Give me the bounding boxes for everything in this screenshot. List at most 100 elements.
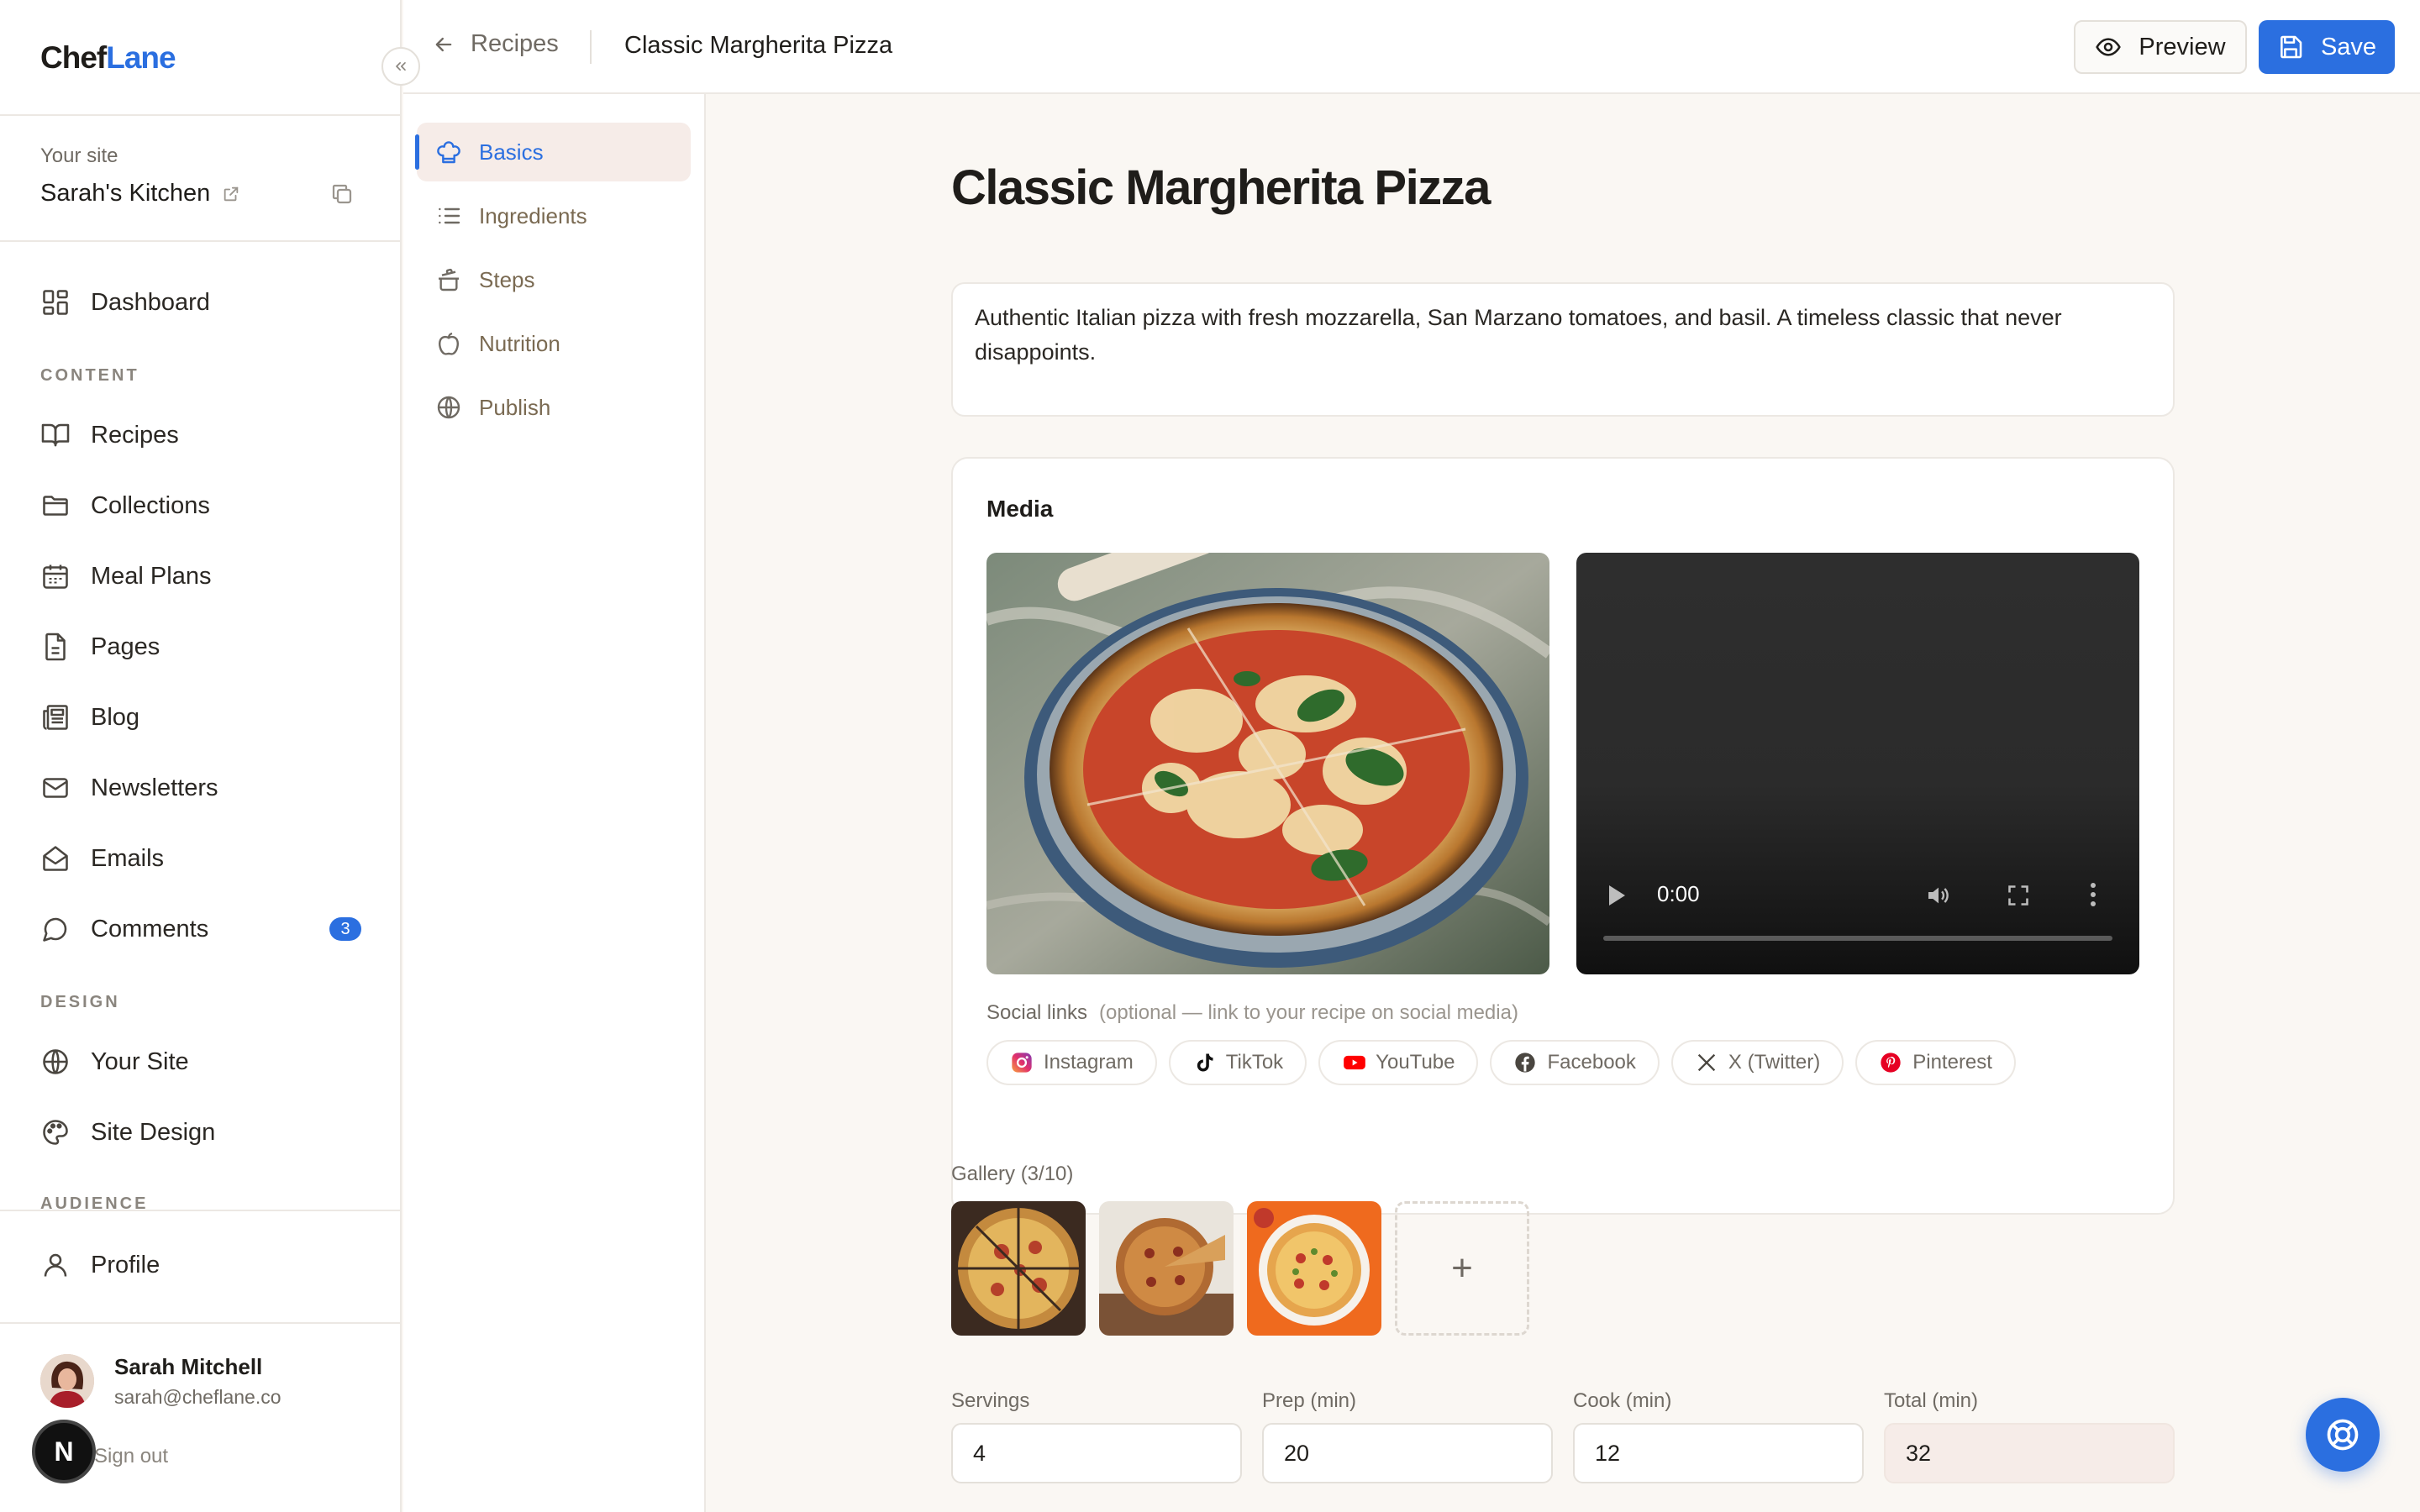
save-button[interactable]: Save: [2259, 20, 2395, 74]
instagram-icon: [1010, 1051, 1034, 1074]
dev-tools-badge[interactable]: N: [32, 1420, 96, 1483]
audience-heading-clip: AUDIENCE: [0, 1186, 400, 1210]
globe-icon: [435, 394, 462, 421]
breadcrumb-separator: [590, 30, 592, 64]
video-controls: 0:00: [1576, 874, 2139, 974]
media-card: Media 0:00 Social links (optional — link…: [951, 457, 2175, 1215]
recipe-description-textarea[interactable]: Authentic Italian pizza with fresh mozza…: [951, 282, 2175, 417]
x-icon: [1695, 1051, 1718, 1074]
section-heading-design: DESIGN: [40, 993, 120, 1011]
copy-icon[interactable]: [329, 181, 355, 207]
sidebar-item-recipes[interactable]: Recipes: [40, 412, 179, 459]
mail-icon: [40, 773, 71, 803]
tiktok-icon: [1192, 1051, 1216, 1074]
social-chip-instagram[interactable]: Instagram: [986, 1040, 1157, 1085]
social-links-label: Social links (optional — link to your rec…: [986, 1001, 1518, 1024]
life-buoy-icon: [2324, 1416, 2361, 1453]
social-chip-tiktok[interactable]: TikTok: [1168, 1040, 1307, 1085]
youtube-icon: [1342, 1051, 1366, 1074]
section-tab-publish[interactable]: Publish: [417, 378, 691, 437]
cooking-pot-icon: [435, 266, 462, 293]
sidebar-item-blog[interactable]: Blog: [40, 694, 139, 741]
sidebar-item-pages[interactable]: Pages: [40, 623, 160, 670]
topbar: Recipes Classic Margherita Pizza Preview…: [403, 0, 2420, 94]
sidebar-item-label: Site Design: [91, 1118, 216, 1146]
back-to-recipes-link[interactable]: Recipes: [432, 30, 559, 58]
mail-open-icon: [40, 843, 71, 874]
sidebar-item-label: Blog: [91, 703, 140, 731]
folder-icon: [40, 491, 71, 521]
more-vertical-icon[interactable]: [2089, 882, 2097, 907]
sidebar-item-label: Your Site: [91, 1047, 189, 1075]
site-name[interactable]: Sarah's Kitchen: [40, 180, 240, 207]
message-circle-icon: [40, 914, 71, 944]
social-links-list: Instagram TikTok YouTube Facebook X (Twi…: [986, 1040, 2016, 1085]
social-chip-x-twitter[interactable]: X (Twitter): [1670, 1040, 1844, 1085]
gallery-thumbnail[interactable]: [1247, 1201, 1381, 1336]
gallery-thumbnail[interactable]: [951, 1201, 1086, 1336]
cover-image[interactable]: [986, 553, 1549, 974]
app-logo[interactable]: ChefLane: [40, 40, 176, 76]
sidebar-item-emails[interactable]: Emails: [40, 835, 164, 882]
sidebar-item-label: Newsletters: [91, 774, 218, 801]
recipe-section-nav: Basics Ingredients Steps Nutrition Publi…: [403, 94, 706, 1512]
preview-button[interactable]: Preview: [2074, 20, 2247, 74]
sidebar-divider: [0, 240, 402, 242]
collapse-sidebar-button[interactable]: [381, 47, 420, 86]
sidebar-item-site-design[interactable]: Site Design: [40, 1109, 215, 1156]
social-chip-facebook[interactable]: Facebook: [1490, 1040, 1660, 1085]
gallery-thumbnail[interactable]: [1099, 1201, 1234, 1336]
section-heading-content: CONTENT: [40, 366, 139, 385]
sidebar-item-newsletters[interactable]: Newsletters: [40, 764, 218, 811]
cook-time-input[interactable]: 12: [1573, 1423, 1864, 1483]
help-button[interactable]: [2306, 1398, 2380, 1472]
chevrons-left-icon: [392, 58, 409, 75]
avatar[interactable]: [40, 1354, 94, 1408]
save-icon: [2277, 34, 2304, 60]
servings-input[interactable]: 4: [951, 1423, 1242, 1483]
sidebar-item-profile[interactable]: Profile: [40, 1242, 160, 1289]
sidebar-item-dashboard[interactable]: Dashboard: [40, 279, 210, 326]
newspaper-icon: [40, 702, 71, 732]
sidebar-divider: [0, 1210, 402, 1211]
recipe-editor: Classic Margherita Pizza Authentic Itali…: [708, 94, 2420, 1512]
sidebar-item-label: Dashboard: [91, 288, 210, 316]
sidebar-item-label: Meal Plans: [91, 562, 212, 590]
sidebar-item-collections[interactable]: Collections: [40, 482, 210, 529]
section-tab-steps[interactable]: Steps: [417, 250, 691, 309]
sidebar-divider: [0, 114, 402, 116]
pinterest-icon: [1879, 1051, 1902, 1074]
apple-icon: [435, 330, 462, 357]
breadcrumb-recipes: Recipes: [471, 30, 559, 57]
servings-label: Servings: [951, 1389, 1030, 1412]
sidebar-divider: [0, 1322, 402, 1324]
eye-icon: [2095, 34, 2122, 60]
external-link-icon[interactable]: [222, 185, 240, 203]
gallery-add-button[interactable]: +: [1395, 1201, 1529, 1336]
cook-time-label: Cook (min): [1573, 1389, 1672, 1412]
play-icon[interactable]: [1607, 884, 1627, 907]
section-tab-nutrition[interactable]: Nutrition: [417, 314, 691, 373]
social-chip-youtube[interactable]: YouTube: [1318, 1040, 1479, 1085]
recipe-title[interactable]: Classic Margherita Pizza: [951, 160, 1491, 216]
palette-icon: [40, 1117, 71, 1147]
prep-time-input[interactable]: 20: [1262, 1423, 1553, 1483]
fullscreen-icon[interactable]: [2007, 884, 2030, 907]
user-email: sarah@cheflane.co: [114, 1386, 281, 1408]
gallery-label: Gallery (3/10): [951, 1163, 1074, 1185]
sidebar-item-comments[interactable]: Comments: [40, 906, 208, 953]
book-icon: [40, 420, 71, 450]
video-progress-bar[interactable]: [1603, 936, 2112, 941]
sign-out-link[interactable]: Sign out: [94, 1445, 168, 1468]
social-chip-pinterest[interactable]: Pinterest: [1855, 1040, 2016, 1085]
sidebar-item-label: Comments: [91, 915, 209, 942]
sidebar-item-label: Profile: [91, 1251, 160, 1278]
sidebar-item-your-site[interactable]: Your Site: [40, 1038, 189, 1085]
sidebar-item-meal-plans[interactable]: Meal Plans: [40, 553, 211, 600]
recipe-video-player[interactable]: 0:00: [1576, 553, 2139, 974]
media-heading: Media: [986, 496, 1054, 522]
total-time-label: Total (min): [1884, 1389, 1979, 1412]
volume-icon[interactable]: [1924, 882, 1953, 909]
section-tab-ingredients[interactable]: Ingredients: [417, 186, 691, 245]
section-tab-basics[interactable]: Basics: [415, 123, 691, 181]
